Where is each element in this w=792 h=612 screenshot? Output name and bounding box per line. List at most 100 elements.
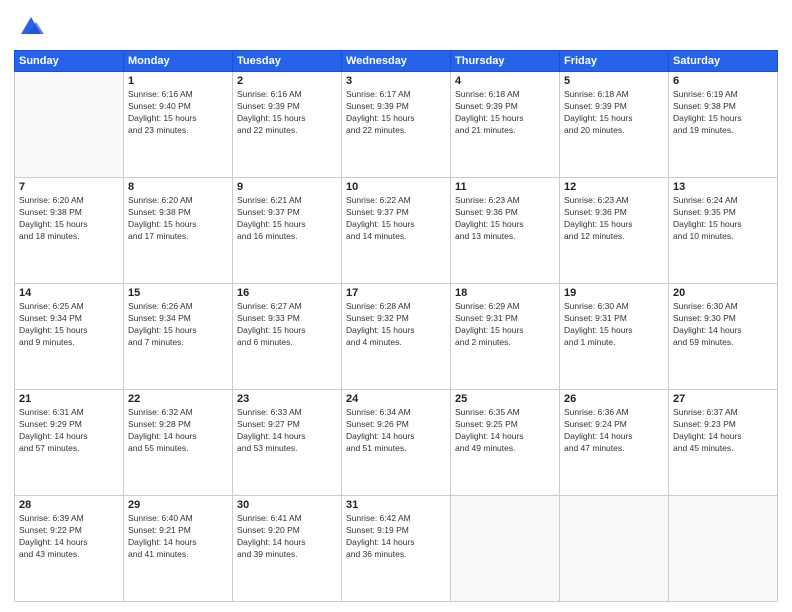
day-number: 7 <box>19 181 119 193</box>
day-info: Sunrise: 6:18 AM Sunset: 9:39 PM Dayligh… <box>455 89 555 137</box>
day-info: Sunrise: 6:41 AM Sunset: 9:20 PM Dayligh… <box>237 513 337 561</box>
table-row: 24 Sunrise: 6:34 AM Sunset: 9:26 PM Dayli… <box>342 390 451 496</box>
day-number: 22 <box>128 393 228 405</box>
day-number: 6 <box>673 75 773 87</box>
table-row: 20 Sunrise: 6:30 AM Sunset: 9:30 PM Dayli… <box>669 284 778 390</box>
table-row: 17 Sunrise: 6:28 AM Sunset: 9:32 PM Dayli… <box>342 284 451 390</box>
day-number: 10 <box>346 181 446 193</box>
day-info: Sunrise: 6:36 AM Sunset: 9:24 PM Dayligh… <box>564 407 664 455</box>
day-number: 2 <box>237 75 337 87</box>
calendar-week-row: 21 Sunrise: 6:31 AM Sunset: 9:29 PM Dayli… <box>15 390 778 496</box>
day-info: Sunrise: 6:23 AM Sunset: 9:36 PM Dayligh… <box>564 195 664 243</box>
table-row <box>15 72 124 178</box>
day-number: 18 <box>455 287 555 299</box>
day-info: Sunrise: 6:42 AM Sunset: 9:19 PM Dayligh… <box>346 513 446 561</box>
header-friday: Friday <box>560 51 669 72</box>
table-row <box>560 496 669 602</box>
day-info: Sunrise: 6:24 AM Sunset: 9:35 PM Dayligh… <box>673 195 773 243</box>
calendar-week-row: 7 Sunrise: 6:20 AM Sunset: 9:38 PM Daylig… <box>15 178 778 284</box>
day-info: Sunrise: 6:31 AM Sunset: 9:29 PM Dayligh… <box>19 407 119 455</box>
day-info: Sunrise: 6:28 AM Sunset: 9:32 PM Dayligh… <box>346 301 446 349</box>
day-number: 28 <box>19 499 119 511</box>
table-row: 3Sunrise: 6:17 AM Sunset: 9:39 PM Daylig… <box>342 72 451 178</box>
table-row: 14 Sunrise: 6:25 AM Sunset: 9:34 PM Dayli… <box>15 284 124 390</box>
day-number: 8 <box>128 181 228 193</box>
table-row: 28 Sunrise: 6:39 AM Sunset: 9:22 PM Dayli… <box>15 496 124 602</box>
header-saturday: Saturday <box>669 51 778 72</box>
day-info: Sunrise: 6:34 AM Sunset: 9:26 PM Dayligh… <box>346 407 446 455</box>
day-info: Sunrise: 6:16 AM Sunset: 9:39 PM Dayligh… <box>237 89 337 137</box>
calendar-week-row: 14 Sunrise: 6:25 AM Sunset: 9:34 PM Dayli… <box>15 284 778 390</box>
table-row: 31 Sunrise: 6:42 AM Sunset: 9:19 PM Dayli… <box>342 496 451 602</box>
table-row: 23 Sunrise: 6:33 AM Sunset: 9:27 PM Dayli… <box>233 390 342 496</box>
day-info: Sunrise: 6:18 AM Sunset: 9:39 PM Dayligh… <box>564 89 664 137</box>
day-info: Sunrise: 6:25 AM Sunset: 9:34 PM Dayligh… <box>19 301 119 349</box>
calendar-table: Sunday Monday Tuesday Wednesday Thursday… <box>14 50 778 602</box>
day-number: 23 <box>237 393 337 405</box>
day-number: 30 <box>237 499 337 511</box>
table-row: 1 Sunrise: 6:16 AM Sunset: 9:40 PM Daylig… <box>124 72 233 178</box>
table-row: 16 Sunrise: 6:27 AM Sunset: 9:33 PM Dayli… <box>233 284 342 390</box>
day-info: Sunrise: 6:27 AM Sunset: 9:33 PM Dayligh… <box>237 301 337 349</box>
table-row: 22 Sunrise: 6:32 AM Sunset: 9:28 PM Dayli… <box>124 390 233 496</box>
table-row: 8 Sunrise: 6:20 AM Sunset: 9:38 PM Daylig… <box>124 178 233 284</box>
header-monday: Monday <box>124 51 233 72</box>
day-number: 16 <box>237 287 337 299</box>
page: Sunday Monday Tuesday Wednesday Thursday… <box>0 0 792 612</box>
calendar-week-row: 1 Sunrise: 6:16 AM Sunset: 9:40 PM Daylig… <box>15 72 778 178</box>
day-number: 14 <box>19 287 119 299</box>
table-row: 13 Sunrise: 6:24 AM Sunset: 9:35 PM Dayli… <box>669 178 778 284</box>
table-row: 7 Sunrise: 6:20 AM Sunset: 9:38 PM Daylig… <box>15 178 124 284</box>
day-number: 29 <box>128 499 228 511</box>
table-row: 21 Sunrise: 6:31 AM Sunset: 9:29 PM Dayli… <box>15 390 124 496</box>
table-row: 10 Sunrise: 6:22 AM Sunset: 9:37 PM Dayli… <box>342 178 451 284</box>
table-row: 26 Sunrise: 6:36 AM Sunset: 9:24 PM Dayli… <box>560 390 669 496</box>
day-number: 3 <box>346 75 446 87</box>
day-number: 26 <box>564 393 664 405</box>
day-info: Sunrise: 6:33 AM Sunset: 9:27 PM Dayligh… <box>237 407 337 455</box>
table-row <box>451 496 560 602</box>
day-info: Sunrise: 6:35 AM Sunset: 9:25 PM Dayligh… <box>455 407 555 455</box>
table-row: 5 Sunrise: 6:18 AM Sunset: 9:39 PM Daylig… <box>560 72 669 178</box>
day-info: Sunrise: 6:39 AM Sunset: 9:22 PM Dayligh… <box>19 513 119 561</box>
day-number: 11 <box>455 181 555 193</box>
day-number: 20 <box>673 287 773 299</box>
day-info: Sunrise: 6:20 AM Sunset: 9:38 PM Dayligh… <box>128 195 228 243</box>
table-row: 19Sunrise: 6:30 AM Sunset: 9:31 PM Dayli… <box>560 284 669 390</box>
header-thursday: Thursday <box>451 51 560 72</box>
header <box>14 10 778 42</box>
day-info: Sunrise: 6:30 AM Sunset: 9:30 PM Dayligh… <box>673 301 773 349</box>
day-number: 17 <box>346 287 446 299</box>
day-number: 9 <box>237 181 337 193</box>
day-number: 4 <box>455 75 555 87</box>
day-info: Sunrise: 6:22 AM Sunset: 9:37 PM Dayligh… <box>346 195 446 243</box>
table-row: 29Sunrise: 6:40 AM Sunset: 9:21 PM Dayli… <box>124 496 233 602</box>
day-number: 1 <box>128 75 228 87</box>
table-row: 15Sunrise: 6:26 AM Sunset: 9:34 PM Dayli… <box>124 284 233 390</box>
logo-icon <box>16 12 46 42</box>
day-info: Sunrise: 6:32 AM Sunset: 9:28 PM Dayligh… <box>128 407 228 455</box>
weekday-header-row: Sunday Monday Tuesday Wednesday Thursday… <box>15 51 778 72</box>
table-row: 11 Sunrise: 6:23 AM Sunset: 9:36 PM Dayli… <box>451 178 560 284</box>
header-sunday: Sunday <box>15 51 124 72</box>
day-number: 24 <box>346 393 446 405</box>
day-number: 5 <box>564 75 664 87</box>
day-info: Sunrise: 6:23 AM Sunset: 9:36 PM Dayligh… <box>455 195 555 243</box>
table-row <box>669 496 778 602</box>
table-row: 4 Sunrise: 6:18 AM Sunset: 9:39 PM Daylig… <box>451 72 560 178</box>
table-row: 9Sunrise: 6:21 AM Sunset: 9:37 PM Daylig… <box>233 178 342 284</box>
day-info: Sunrise: 6:26 AM Sunset: 9:34 PM Dayligh… <box>128 301 228 349</box>
day-number: 31 <box>346 499 446 511</box>
logo-area <box>14 10 46 42</box>
day-info: Sunrise: 6:16 AM Sunset: 9:40 PM Dayligh… <box>128 89 228 137</box>
table-row: 25 Sunrise: 6:35 AM Sunset: 9:25 PM Dayli… <box>451 390 560 496</box>
day-number: 25 <box>455 393 555 405</box>
day-number: 13 <box>673 181 773 193</box>
header-tuesday: Tuesday <box>233 51 342 72</box>
day-number: 12 <box>564 181 664 193</box>
day-info: Sunrise: 6:29 AM Sunset: 9:31 PM Dayligh… <box>455 301 555 349</box>
day-info: Sunrise: 6:20 AM Sunset: 9:38 PM Dayligh… <box>19 195 119 243</box>
day-info: Sunrise: 6:37 AM Sunset: 9:23 PM Dayligh… <box>673 407 773 455</box>
calendar-week-row: 28 Sunrise: 6:39 AM Sunset: 9:22 PM Dayli… <box>15 496 778 602</box>
day-number: 21 <box>19 393 119 405</box>
